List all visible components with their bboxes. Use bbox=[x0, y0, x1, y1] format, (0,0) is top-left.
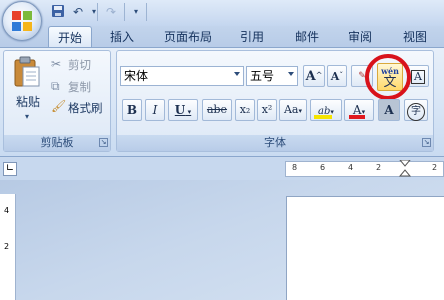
paste-label: 粘贴 bbox=[15, 95, 40, 109]
annotation-circle bbox=[365, 54, 411, 100]
office-logo-icon bbox=[12, 11, 32, 31]
underline-label: U bbox=[174, 103, 186, 117]
strikethrough-button[interactable]: abe bbox=[202, 99, 232, 121]
font-size-value: 五号 bbox=[250, 69, 275, 83]
chevron-down-icon bbox=[234, 72, 240, 76]
enclose-characters-button[interactable]: 字 bbox=[404, 99, 428, 121]
dialog-launcher-icon[interactable]: ↘ bbox=[422, 138, 431, 147]
ruler-number: 2 bbox=[4, 242, 10, 251]
separator bbox=[97, 3, 98, 21]
font-color-button[interactable]: A▾ bbox=[344, 99, 374, 121]
copy-label: 复制 bbox=[68, 80, 91, 94]
subscript-button[interactable]: x₂ bbox=[235, 99, 255, 121]
grow-font-label: A bbox=[305, 69, 316, 84]
cut-button[interactable]: ✂ 剪切 bbox=[51, 57, 107, 73]
tab-mailings[interactable]: 邮件 bbox=[287, 26, 327, 48]
undo-icon[interactable]: ↶ bbox=[70, 4, 86, 20]
chevron-down-icon[interactable]: ▾ bbox=[86, 4, 102, 20]
character-shading-button[interactable]: A bbox=[378, 99, 400, 121]
save-icon[interactable] bbox=[50, 4, 66, 20]
paintbrush-icon: 🖌 bbox=[51, 99, 67, 113]
chevron-down-icon: ▾ bbox=[185, 107, 192, 116]
document-page[interactable] bbox=[286, 196, 444, 300]
format-painter-label: 格式刷 bbox=[68, 101, 103, 115]
highlight-button[interactable]: ab▾ bbox=[310, 99, 342, 121]
tab-review[interactable]: 审阅 bbox=[340, 26, 380, 48]
format-painter-button[interactable]: 🖌 格式刷 bbox=[51, 99, 109, 116]
underline-button[interactable]: U ▾ bbox=[168, 99, 198, 121]
indent-marker-icon[interactable] bbox=[398, 160, 412, 178]
font-name-value: 宋体 bbox=[124, 69, 149, 83]
tab-home[interactable]: 开始 bbox=[48, 26, 92, 48]
office-button[interactable] bbox=[2, 1, 42, 41]
caret-up-icon: ^ bbox=[315, 71, 323, 80]
redo-icon[interactable]: ↷ bbox=[103, 4, 119, 20]
separator bbox=[146, 3, 147, 21]
horizontal-ruler[interactable]: 8 6 4 2 2 bbox=[285, 160, 444, 178]
bold-button[interactable]: B bbox=[122, 99, 142, 121]
change-case-button[interactable]: Aa▾ bbox=[279, 99, 307, 121]
font-size-select[interactable]: 五号 bbox=[246, 66, 298, 86]
clipboard-group-label: 剪贴板 bbox=[4, 135, 110, 151]
tab-page-layout[interactable]: 页面布局 bbox=[157, 26, 219, 48]
chevron-down-icon: ▾ bbox=[298, 107, 303, 115]
ruler-number: 2 bbox=[432, 163, 438, 172]
character-border-icon: A bbox=[411, 70, 425, 84]
title-bar bbox=[0, 0, 444, 26]
clipboard-icon bbox=[14, 56, 40, 87]
shrink-font-label: A bbox=[330, 70, 340, 83]
paste-button[interactable]: 粘贴 ▾ bbox=[9, 56, 45, 126]
dialog-launcher-icon[interactable]: ↘ bbox=[99, 138, 108, 147]
tab-view[interactable]: 视图 bbox=[395, 26, 435, 48]
font-color-bar bbox=[349, 115, 365, 119]
shrink-font-button[interactable]: Aˇ bbox=[327, 65, 347, 87]
vertical-ruler[interactable]: 4 2 bbox=[0, 194, 16, 300]
superscript-button[interactable]: x² bbox=[257, 99, 277, 121]
tab-selector[interactable]: ∟ bbox=[3, 162, 17, 176]
font-group-label: 字体 bbox=[117, 135, 433, 151]
highlight-color-bar bbox=[314, 115, 332, 119]
copy-icon: ⧉ bbox=[51, 79, 60, 93]
copy-button[interactable]: ⧉ 复制 bbox=[51, 79, 107, 95]
tab-insert[interactable]: 插入 bbox=[102, 26, 142, 48]
scissors-icon: ✂ bbox=[51, 57, 62, 71]
ruler-number: 4 bbox=[348, 163, 354, 172]
enclose-characters-label: 字 bbox=[407, 103, 425, 121]
ruler-number: 4 bbox=[4, 206, 10, 215]
ruler-number: 8 bbox=[292, 163, 298, 172]
grow-font-button[interactable]: A^ bbox=[303, 65, 325, 87]
chevron-down-icon bbox=[288, 72, 294, 76]
font-name-select[interactable]: 宋体 bbox=[120, 66, 244, 86]
cut-label: 剪切 bbox=[68, 58, 91, 72]
separator bbox=[124, 3, 125, 21]
change-case-label: Aa bbox=[283, 103, 299, 116]
ruler-number: 2 bbox=[376, 163, 382, 172]
caret-down-icon: ˇ bbox=[339, 71, 344, 80]
customize-icon[interactable]: ▾ bbox=[128, 4, 144, 20]
chevron-down-icon: ▾ bbox=[25, 112, 30, 121]
tab-references[interactable]: 引用 bbox=[232, 26, 272, 48]
italic-button[interactable]: I bbox=[145, 99, 165, 121]
ruler-number: 6 bbox=[320, 163, 326, 172]
